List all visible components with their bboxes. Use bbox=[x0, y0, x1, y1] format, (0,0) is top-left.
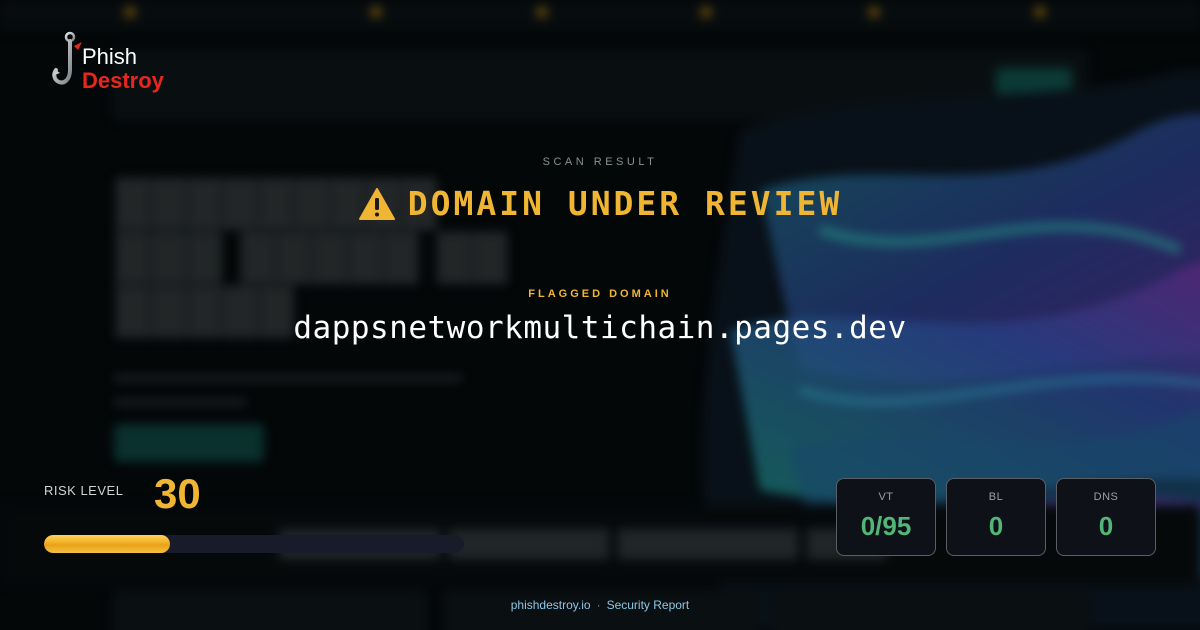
stat-box-dns: DNS 0 bbox=[1056, 478, 1156, 556]
stat-box-bl: BL 0 bbox=[946, 478, 1046, 556]
phishdestroy-logo: Phish Destroy bbox=[48, 30, 178, 100]
flagged-domain-label: FLAGGED DOMAIN bbox=[528, 288, 672, 300]
share-card: █████████ ███ █████ ██ █████ ▬▬▬▬▬▬▬▬▬▬▬▬▬… bbox=[0, 0, 1200, 630]
scan-status: DOMAIN UNDER REVIEW bbox=[0, 184, 1200, 223]
stat-value: 0 bbox=[1098, 511, 1114, 541]
scan-result-label: SCAN RESULT bbox=[542, 156, 658, 168]
risk-level-value: 30 bbox=[154, 470, 201, 517]
stat-label: VT bbox=[878, 491, 894, 503]
risk-level-bar bbox=[44, 535, 464, 553]
flagged-domain-value: dappsnetworkmultichain.pages.dev bbox=[293, 310, 907, 346]
logo-text-destroy: Destroy bbox=[82, 68, 164, 93]
stat-label: DNS bbox=[1093, 491, 1119, 503]
risk-level-bar-fill bbox=[44, 535, 170, 553]
footer: phishdestroy.io · Security Report bbox=[0, 598, 1200, 612]
footer-separator: · bbox=[596, 598, 601, 612]
warning-triangle-icon bbox=[358, 187, 395, 220]
logo-text-phish: Phish bbox=[82, 44, 138, 69]
stat-value: 0 bbox=[988, 511, 1004, 541]
stat-box-vt: VT 0/95 bbox=[836, 478, 936, 556]
stat-value: 0/95 bbox=[860, 511, 912, 541]
scan-status-text: DOMAIN UNDER REVIEW bbox=[407, 184, 843, 223]
footer-site-link[interactable]: phishdestroy.io bbox=[511, 598, 591, 612]
risk-level-label: RISK LEVEL bbox=[44, 483, 124, 498]
footer-report-label: Security Report bbox=[606, 598, 690, 612]
stat-label: BL bbox=[988, 491, 1004, 503]
